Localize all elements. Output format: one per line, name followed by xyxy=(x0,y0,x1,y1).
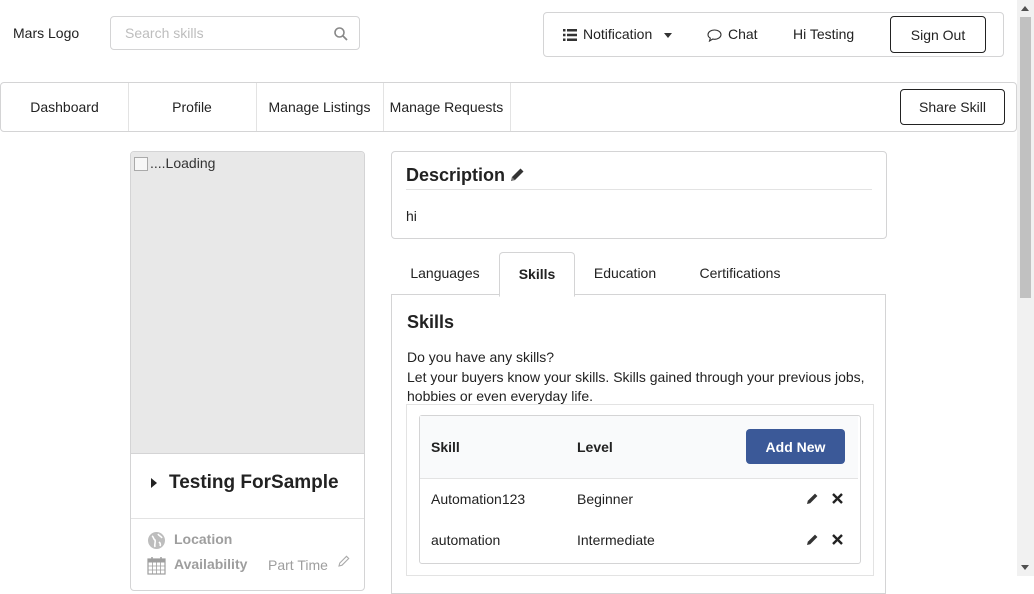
broken-image-icon xyxy=(134,157,148,172)
skill-name: automation xyxy=(431,532,501,548)
edit-skill-pencil-icon[interactable] xyxy=(806,533,819,546)
chat-link[interactable]: Chat xyxy=(707,13,758,56)
nav-profile[interactable]: Profile xyxy=(128,83,257,131)
skills-panel: Skills Do you have any skills? Let your … xyxy=(391,294,886,594)
profile-card: ....Loading Testing ForSample Location A… xyxy=(130,151,365,591)
chat-bubble-icon xyxy=(707,29,722,42)
availability-label: Availability xyxy=(174,556,248,573)
profile-image[interactable]: ....Loading xyxy=(131,152,364,454)
table-row: Automation123 Beginner xyxy=(420,479,858,519)
availability-value: Part Time xyxy=(268,557,328,573)
nav-manage-requests[interactable]: Manage Requests xyxy=(383,83,511,131)
description-title: Description xyxy=(406,165,506,185)
profile-name[interactable]: Testing ForSample xyxy=(151,472,339,494)
location-label: Location xyxy=(174,531,233,548)
delete-skill-close-icon[interactable] xyxy=(831,533,844,546)
skills-table-header: Skill Level Add New xyxy=(420,416,858,479)
chat-label: Chat xyxy=(728,26,758,42)
search-icon[interactable] xyxy=(333,26,349,42)
scroll-up-arrow-icon[interactable] xyxy=(1021,6,1029,11)
sign-out-button[interactable]: Sign Out xyxy=(890,16,986,53)
calendar-icon xyxy=(147,557,166,575)
list-icon xyxy=(563,29,577,42)
edit-description-pencil-icon[interactable] xyxy=(510,167,525,182)
nav-manage-listings[interactable]: Manage Listings xyxy=(256,83,384,131)
search-box[interactable] xyxy=(110,16,360,50)
scroll-down-arrow-icon[interactable] xyxy=(1021,565,1029,570)
skill-level: Beginner xyxy=(577,491,634,507)
description-heading: Description xyxy=(406,165,525,186)
scrollbar-thumb[interactable] xyxy=(1020,17,1031,298)
tab-education[interactable]: Education xyxy=(573,252,677,295)
caret-down-icon xyxy=(664,32,673,38)
secondary-menu: Dashboard Profile Manage Listings Manage… xyxy=(0,82,1017,132)
skills-question: Do you have any skills? xyxy=(407,349,555,365)
site-logo[interactable]: Mars Logo xyxy=(13,25,79,41)
tab-languages[interactable]: Languages xyxy=(391,252,499,295)
user-greeting[interactable]: Hi Testing xyxy=(793,13,854,56)
profile-tabs: Languages Skills Education Certification… xyxy=(391,252,887,297)
description-card: Description hi xyxy=(391,151,887,239)
share-skill-button[interactable]: Share Skill xyxy=(900,89,1005,125)
skill-level: Intermediate xyxy=(577,532,655,548)
table-row: automation Intermediate xyxy=(420,520,858,560)
skills-table-wrapper: Skill Level Add New Automation123 Beginn… xyxy=(406,404,874,576)
edit-skill-pencil-icon[interactable] xyxy=(806,492,819,505)
profile-name-text: Testing ForSample xyxy=(169,472,339,493)
page-scrollbar[interactable] xyxy=(1017,0,1034,576)
tab-skills[interactable]: Skills xyxy=(499,252,575,297)
nav-dashboard[interactable]: Dashboard xyxy=(1,83,129,131)
caret-right-icon xyxy=(151,477,157,488)
description-text: hi xyxy=(406,208,417,224)
delete-skill-close-icon[interactable] xyxy=(831,492,844,505)
availability-row: Availability xyxy=(147,556,247,575)
edit-availability-pencil-icon[interactable] xyxy=(338,555,350,567)
add-new-skill-button[interactable]: Add New xyxy=(746,429,845,464)
location-row: Location xyxy=(147,531,232,550)
skills-prompt: Let your buyers know your skills. Skills… xyxy=(407,369,865,404)
skills-table: Skill Level Add New Automation123 Beginn… xyxy=(419,415,861,564)
globe-icon xyxy=(148,532,165,549)
image-alt-text: ....Loading xyxy=(134,155,215,172)
search-input[interactable] xyxy=(123,24,327,42)
top-menu: Notification Chat Hi Testing Sign Out xyxy=(543,12,1004,57)
notification-dropdown[interactable]: Notification xyxy=(563,13,673,56)
tab-certifications[interactable]: Certifications xyxy=(677,252,803,295)
column-header-skill: Skill xyxy=(431,439,460,455)
skill-name: Automation123 xyxy=(431,491,526,507)
card-divider xyxy=(131,518,364,519)
column-header-level: Level xyxy=(577,439,613,455)
description-divider xyxy=(406,189,872,190)
skills-heading: Skills xyxy=(407,312,455,332)
notification-label: Notification xyxy=(583,26,653,42)
